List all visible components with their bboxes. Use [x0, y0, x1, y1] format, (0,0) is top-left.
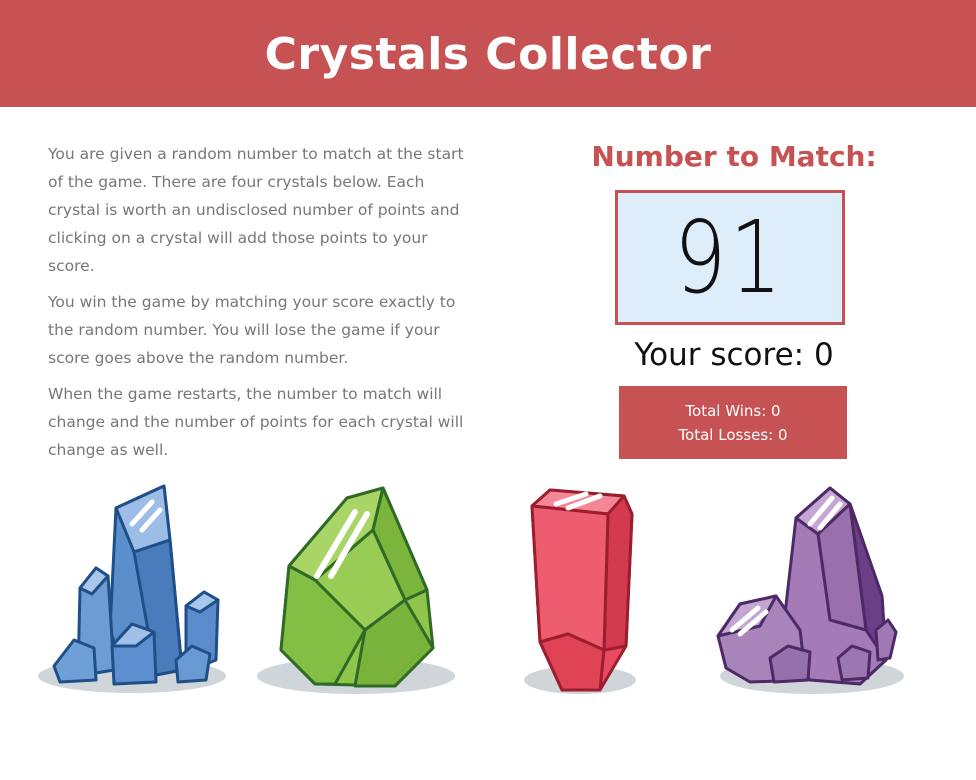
target-number: 91 — [674, 199, 786, 316]
page-title: Crystals Collector — [264, 29, 712, 80]
instructions-paragraph: When the game restarts, the number to ma… — [48, 385, 464, 459]
page-header: Crystals Collector — [0, 0, 976, 107]
purple-crystal-icon — [716, 486, 904, 694]
instructions-paragraph: You win the game by matching your score … — [48, 293, 456, 367]
red-crystal-icon — [524, 488, 636, 694]
blue-crystal-icon — [38, 484, 226, 693]
instructions-paragraph: You are given a random number to match a… — [48, 145, 464, 275]
instructions: You are given a random number to match a… — [48, 140, 468, 472]
total-losses: Total Losses: 0 — [678, 425, 788, 444]
green-crystal-icon — [257, 486, 455, 694]
win-loss-tally: Total Wins: 0 Total Losses: 0 — [619, 386, 847, 459]
number-to-match-heading: Number to Match: — [591, 140, 877, 173]
target-number-box: 91 — [615, 190, 845, 325]
blue-crystal[interactable] — [36, 480, 228, 698]
red-crystal[interactable] — [522, 480, 640, 698]
green-crystal[interactable] — [255, 480, 457, 698]
total-wins: Total Wins: 0 — [685, 401, 781, 420]
your-score: Your score: 0 — [634, 337, 834, 373]
purple-crystal[interactable] — [710, 480, 910, 698]
